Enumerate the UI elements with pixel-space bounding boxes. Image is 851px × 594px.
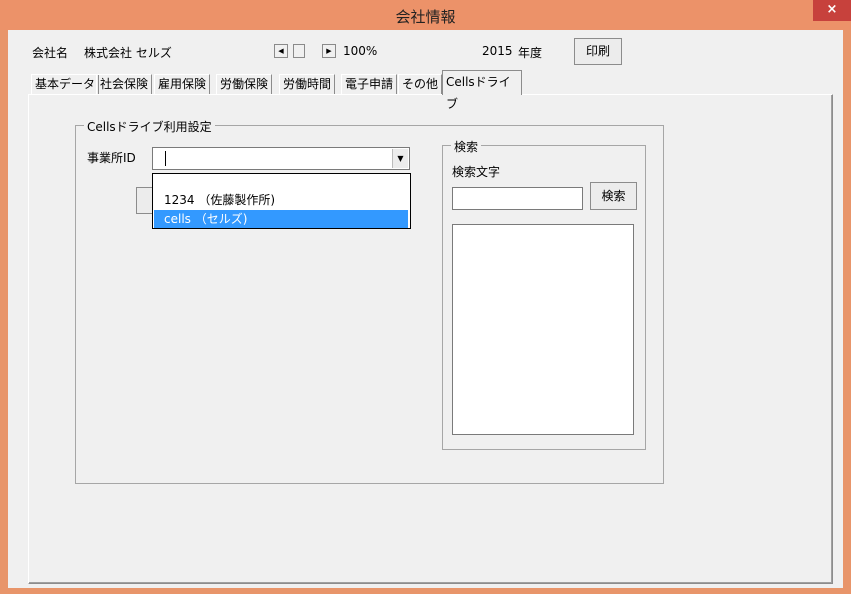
- year-value: 2015: [482, 44, 513, 58]
- office-id-combobox[interactable]: ▼: [152, 147, 410, 170]
- tab-basic-data[interactable]: 基本データ: [31, 74, 100, 94]
- settings-group-title: Cellsドライブ利用設定: [84, 118, 215, 135]
- chevron-down-icon[interactable]: ▼: [392, 149, 408, 168]
- form-client-area: 会社名 株式会社 セルズ ◀ ▶ 100% 2015 年度 印刷 基本データ 社…: [8, 30, 843, 588]
- search-text-input[interactable]: [452, 187, 583, 210]
- zoom-value: 100%: [343, 44, 378, 58]
- tab-electronic-application[interactable]: 電子申請: [341, 74, 398, 94]
- company-label: 会社名: [32, 46, 69, 60]
- tab-labor-insurance[interactable]: 労働保険: [216, 74, 273, 94]
- search-button[interactable]: 検索: [590, 182, 637, 210]
- close-icon[interactable]: ×: [813, 0, 851, 21]
- search-results-list[interactable]: [452, 224, 634, 435]
- year-label: 年度: [518, 46, 543, 60]
- title-bar: 会社情報 ×: [0, 0, 851, 30]
- tab-employment-insurance[interactable]: 雇用保険: [154, 74, 211, 94]
- zoom-decrease-button[interactable]: ◀: [274, 44, 288, 58]
- search-group-title: 検索: [451, 138, 482, 155]
- zoom-slider-thumb[interactable]: [293, 44, 305, 58]
- search-text-label: 検索文字: [452, 165, 501, 179]
- tab-cells-drive[interactable]: Cellsドライブ: [442, 70, 522, 111]
- zoom-increase-button[interactable]: ▶: [322, 44, 336, 58]
- tab-social-insurance[interactable]: 社会保険: [96, 74, 153, 94]
- print-button[interactable]: 印刷: [574, 38, 622, 65]
- text-caret: [165, 151, 166, 166]
- dropdown-option[interactable]: 1234 （佐藤製作所): [154, 191, 408, 209]
- office-id-dropdown-list[interactable]: 1234 （佐藤製作所) cells （セルズ): [152, 173, 411, 229]
- dropdown-option-selected[interactable]: cells （セルズ): [154, 210, 408, 228]
- tab-working-hours[interactable]: 労働時間: [279, 74, 336, 94]
- window-title: 会社情報: [395, 8, 456, 26]
- company-name: 株式会社 セルズ: [84, 46, 172, 60]
- tab-other[interactable]: その他: [398, 74, 443, 94]
- office-id-label: 事業所ID: [87, 151, 136, 165]
